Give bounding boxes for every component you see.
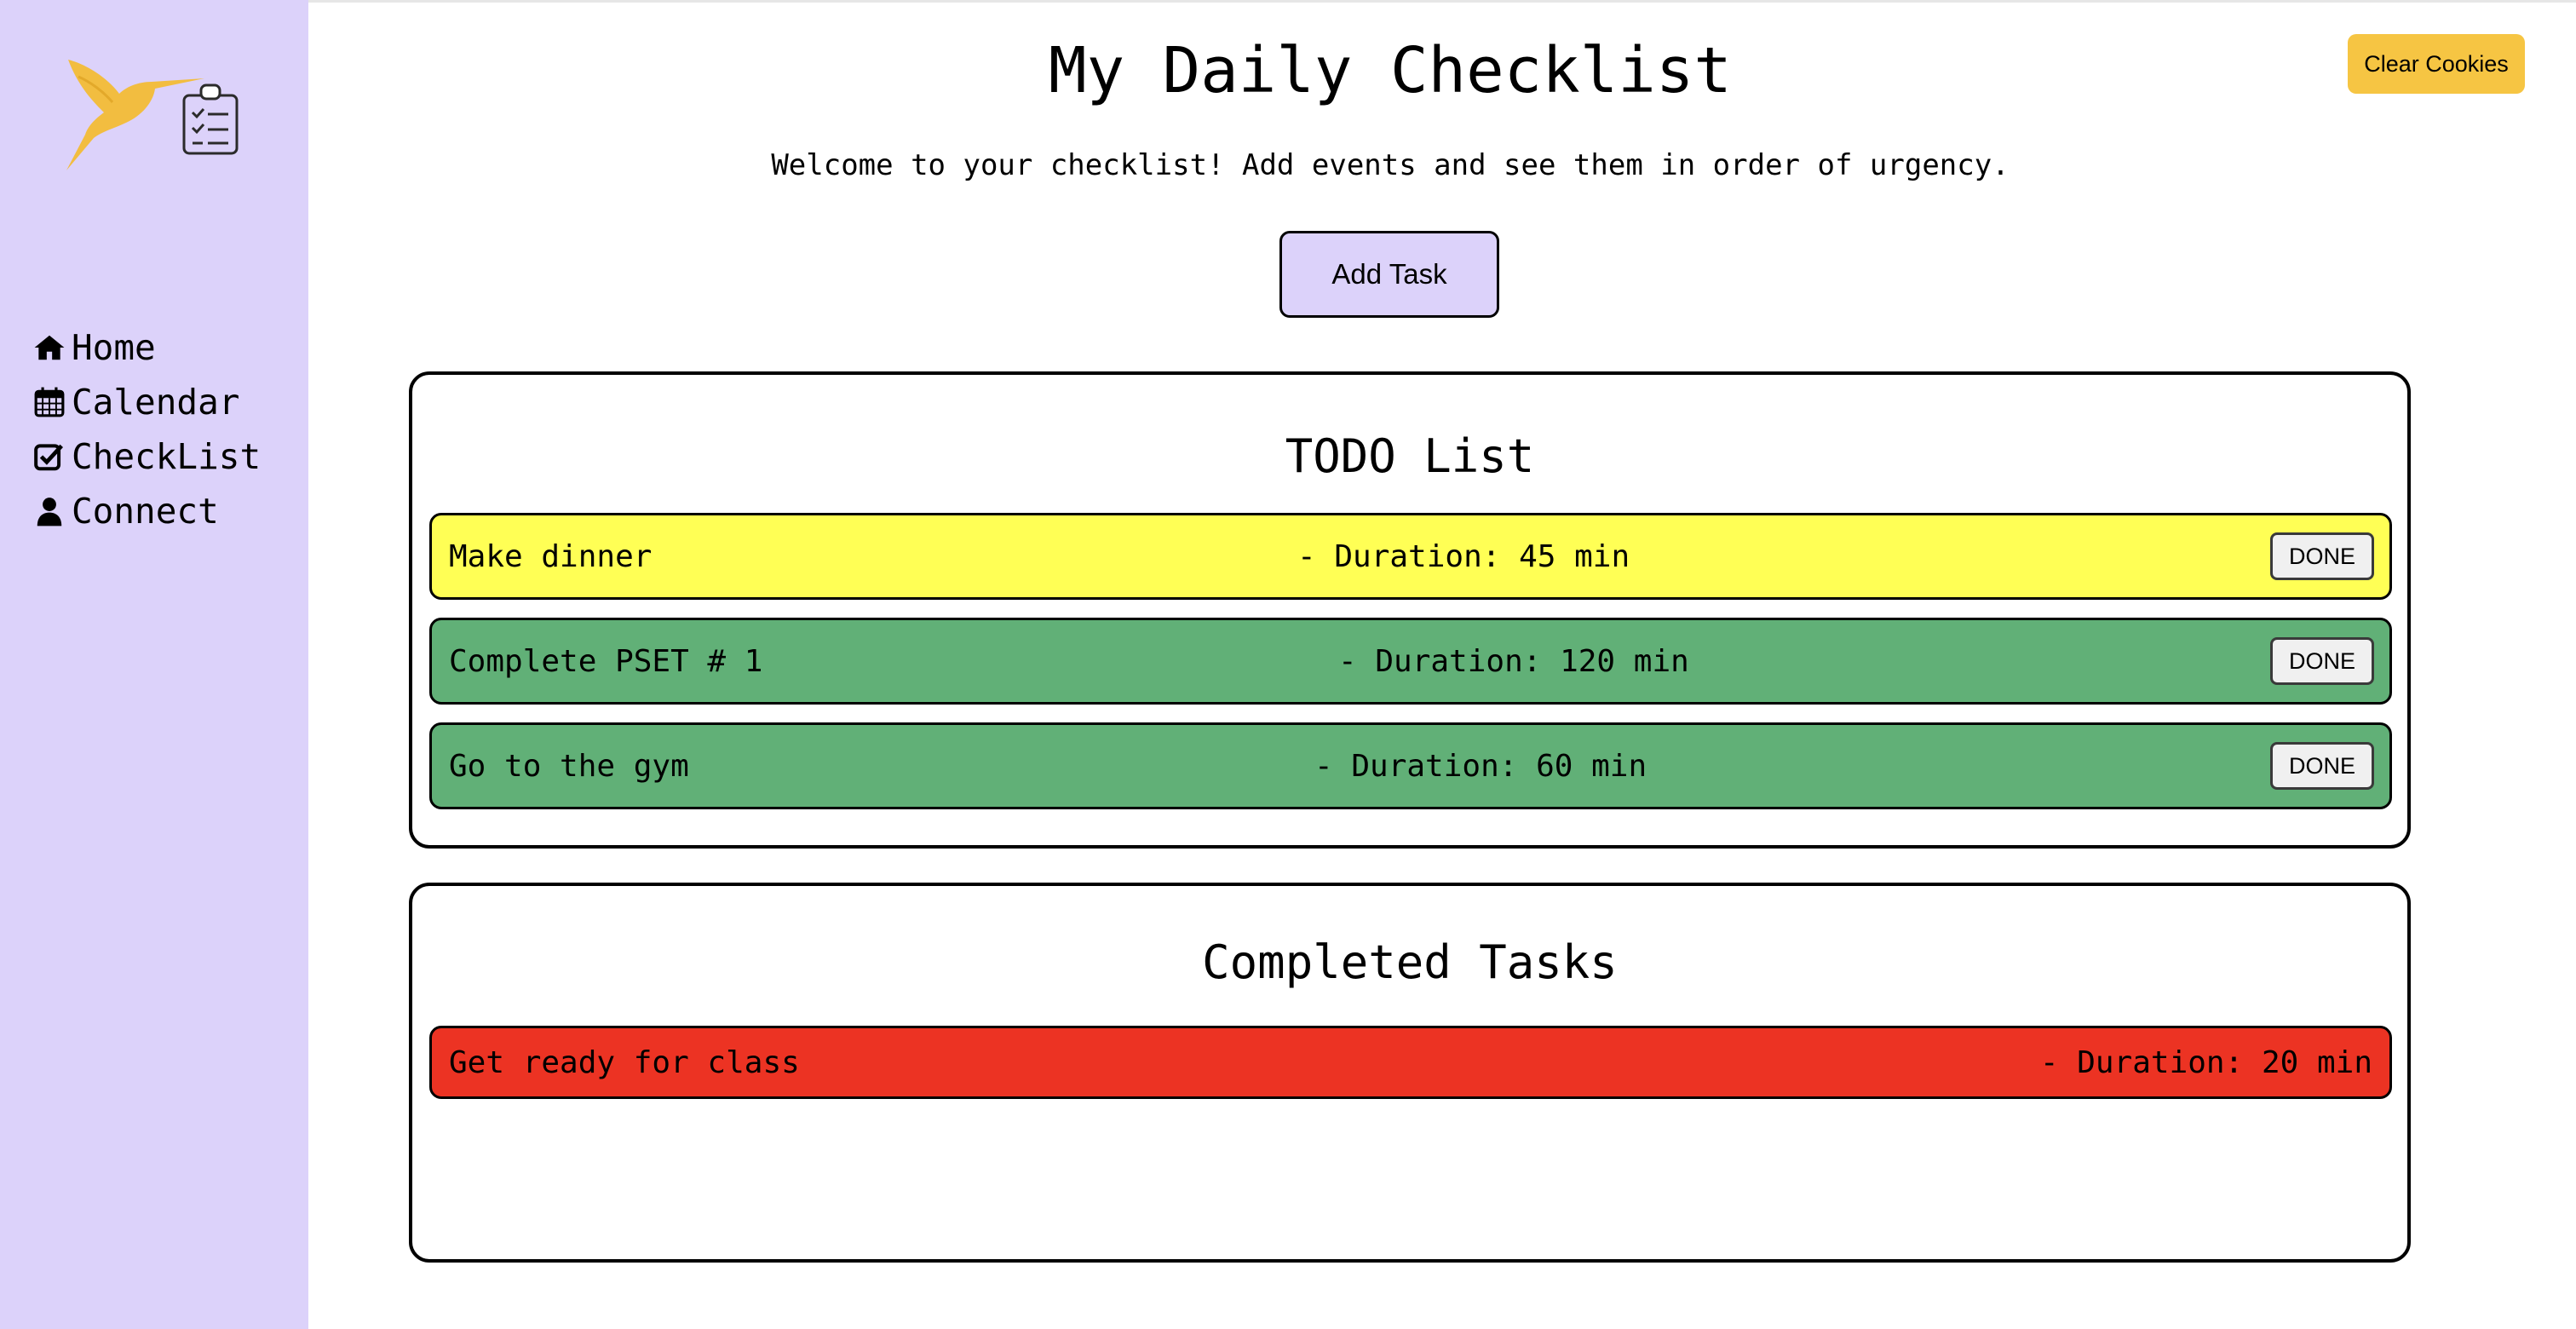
user-icon [32, 494, 66, 528]
logo[interactable] [60, 43, 247, 179]
calendar-icon [32, 385, 66, 419]
task-duration: - Duration: 60 min [1314, 748, 1647, 784]
sidebar-item-connect[interactable]: Connect [32, 484, 261, 538]
todo-title: TODO List [1285, 429, 1535, 483]
todo-task: Complete PSET # 1 - Duration: 120 min DO… [429, 618, 2392, 705]
checkbox-icon [32, 440, 66, 474]
sidebar-item-label: Calendar [72, 382, 240, 423]
page-title: My Daily Checklist [1049, 34, 1732, 107]
task-name: Complete PSET # 1 [449, 643, 763, 679]
sidebar-item-calendar[interactable]: Calendar [32, 375, 261, 429]
task-name: Get ready for class [449, 1044, 800, 1080]
task-duration: - Duration: 20 min [2039, 1044, 2372, 1080]
sidebar-item-label: Connect [72, 491, 219, 532]
top-divider [308, 0, 2576, 3]
sidebar-item-label: Home [72, 327, 156, 368]
completed-panel: Completed Tasks Get ready for class - Du… [409, 883, 2411, 1263]
sidebar-item-home[interactable]: Home [32, 320, 261, 375]
home-icon [32, 331, 66, 365]
sidebar-item-label: CheckList [72, 436, 262, 477]
task-name: Go to the gym [449, 748, 689, 784]
sidebar-nav: Home Calendar CheckList Connect [32, 320, 261, 538]
completed-task: Get ready for class - Duration: 20 min [429, 1026, 2392, 1099]
done-button[interactable]: DONE [2270, 532, 2374, 580]
done-button[interactable]: DONE [2270, 637, 2374, 685]
done-button[interactable]: DONE [2270, 742, 2374, 790]
add-task-button[interactable]: Add Task [1279, 231, 1499, 318]
sidebar: Home Calendar CheckList Connect [0, 0, 308, 1329]
task-duration: - Duration: 120 min [1338, 643, 1689, 679]
task-name: Make dinner [449, 538, 653, 574]
completed-title: Completed Tasks [1202, 935, 1618, 989]
welcome-text: Welcome to your checklist! Add events an… [771, 148, 2010, 182]
hummingbird-logo-icon [66, 60, 239, 170]
sidebar-item-checklist[interactable]: CheckList [32, 429, 261, 484]
todo-task: Go to the gym - Duration: 60 min DONE [429, 722, 2392, 809]
task-duration: - Duration: 45 min [1297, 538, 1630, 574]
todo-task: Make dinner - Duration: 45 min DONE [429, 513, 2392, 600]
todo-panel: TODO List Make dinner - Duration: 45 min… [409, 371, 2411, 849]
